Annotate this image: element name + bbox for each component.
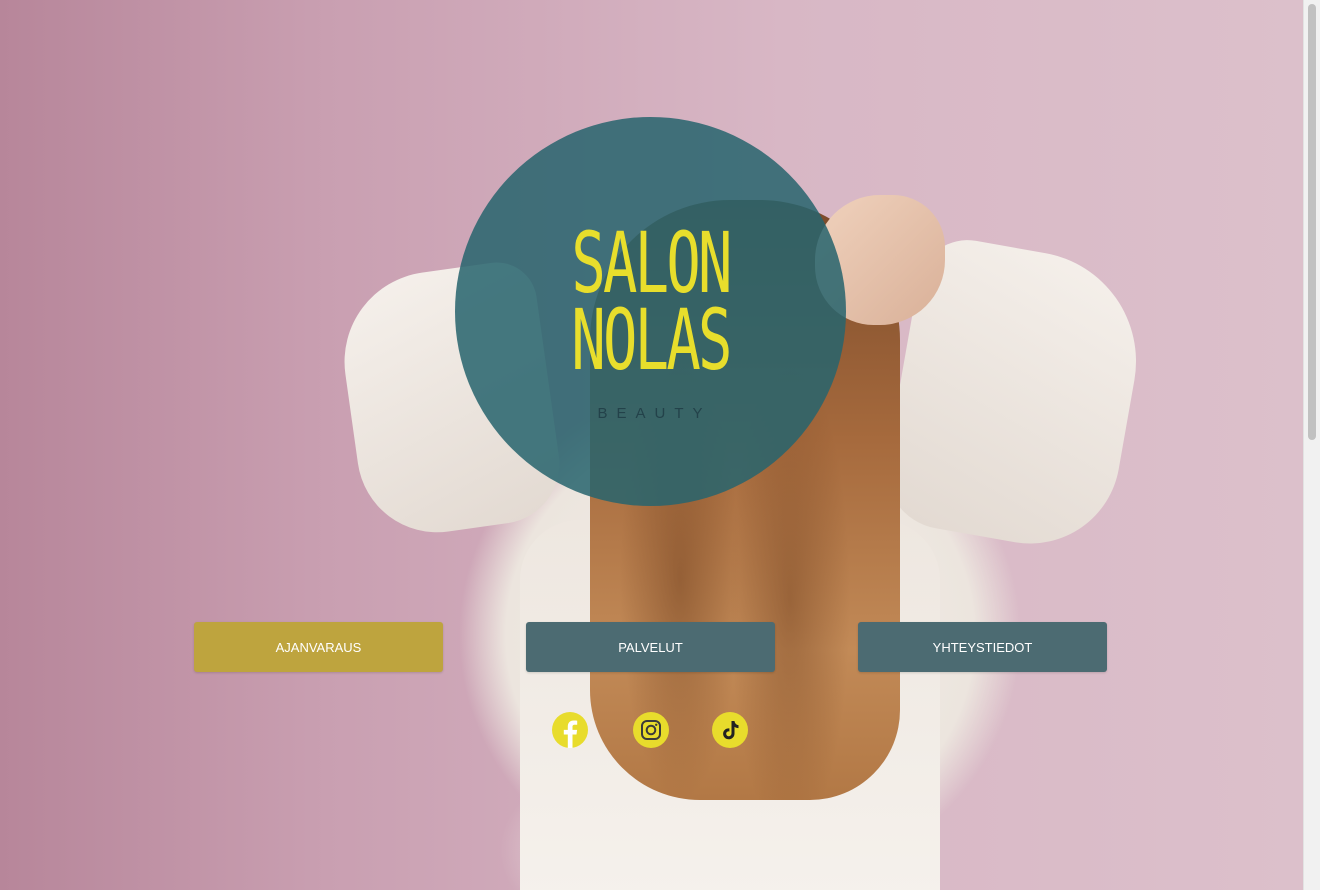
vertical-scrollbar[interactable] xyxy=(1303,0,1320,890)
logo-tagline: BEAUTY xyxy=(597,405,712,422)
hero-background: SALON NOLAS BEAUTY AJANVARAUS PALVELUT Y… xyxy=(0,0,1303,890)
logo-line-1: SALON xyxy=(571,214,732,312)
tiktok-link[interactable] xyxy=(712,712,748,748)
services-button[interactable]: PALVELUT xyxy=(526,622,775,672)
instagram-icon xyxy=(641,720,661,740)
instagram-link[interactable] xyxy=(633,712,669,748)
logo[interactable]: SALON NOLAS BEAUTY xyxy=(455,117,846,506)
tiktok-icon xyxy=(723,721,739,740)
scrollbar-thumb[interactable] xyxy=(1308,4,1316,440)
facebook-link[interactable] xyxy=(552,712,588,748)
contact-button[interactable]: YHTEYSTIEDOT xyxy=(858,622,1107,672)
logo-line-2: NOLAS xyxy=(571,291,732,389)
facebook-icon xyxy=(563,720,578,748)
booking-button[interactable]: AJANVARAUS xyxy=(194,622,443,672)
